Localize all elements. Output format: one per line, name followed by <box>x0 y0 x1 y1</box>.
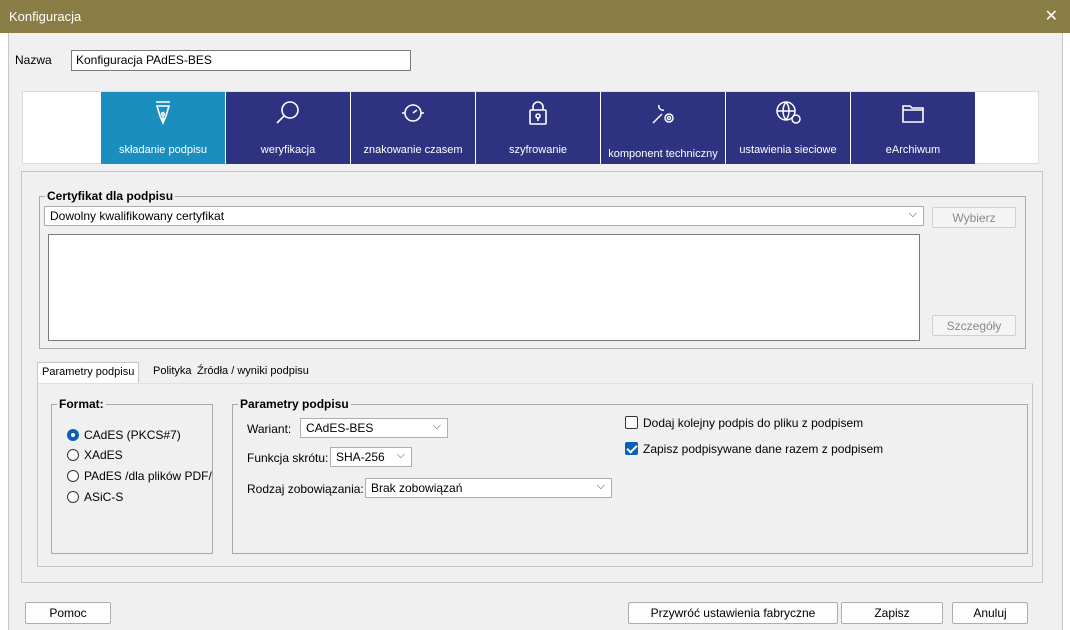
chevron-down-icon: ⌵ <box>596 480 605 492</box>
tile-label: składanie podpisu <box>118 144 208 156</box>
tile-label: weryfikacja <box>260 144 316 156</box>
tile-label: eArchiwum <box>885 144 941 156</box>
window-title: Konfiguracja <box>9 9 82 24</box>
name-label: Nazwa <box>15 53 52 67</box>
tile-label: znakowanie czasem <box>363 144 463 156</box>
close-icon[interactable]: ✕ <box>1045 6 1058 26</box>
tile-verification[interactable]: weryfikacja <box>226 92 350 164</box>
checkbox[interactable] <box>625 442 638 455</box>
hash-select[interactable]: SHA-256 ⌵ <box>330 447 412 467</box>
wrench-gear-icon <box>652 104 674 124</box>
tile-timestamp[interactable]: znakowanie czasem <box>351 92 475 164</box>
variant-select[interactable]: CAdES-BES ⌵ <box>300 418 448 438</box>
chevron-down-icon: ⌵ <box>432 420 441 432</box>
checkbox[interactable] <box>625 416 638 429</box>
tab-policy[interactable]: Polityka <box>149 362 196 383</box>
commitment-label: Rodzaj zobowiązania: <box>247 482 364 496</box>
magnifier-icon <box>276 101 299 124</box>
lock-icon <box>529 101 547 125</box>
tile-network-settings[interactable]: ustawienia sieciowe <box>726 92 850 164</box>
format-option-asic[interactable]: ASiC-S <box>67 490 123 504</box>
variant-label: Wariant: <box>247 422 292 436</box>
checkbox-label: Dodaj kolejny podpis do pliku z podpisem <box>643 416 864 430</box>
globe-gear-icon <box>776 101 801 124</box>
restore-defaults-button[interactable]: Przywróć ustawienia fabryczne <box>628 602 838 624</box>
pen-nib-icon <box>155 101 171 126</box>
radio-label: ASiC-S <box>84 490 124 504</box>
tab-signature-parameters[interactable]: Parametry podpisu <box>37 362 140 384</box>
checkbox-label: Zapisz podpisywane dane razem z podpisem <box>643 442 884 456</box>
tile-technical-component[interactable]: komponent techniczny <box>601 92 725 164</box>
dialog-body: Nazwa Konfiguracja PAdES-BES składanie p… <box>8 33 1063 630</box>
tile-earchive[interactable]: eArchiwum <box>851 92 975 164</box>
watch-icon <box>402 104 424 122</box>
certificate-details-area <box>48 234 920 341</box>
category-toolbar: składanie podpisu weryfikacja znakowanie… <box>22 91 1039 164</box>
certificate-group-title: Certyfikat dla podpisu <box>45 189 176 203</box>
certificate-details-button[interactable]: Szczegóły <box>932 315 1016 336</box>
radio-button[interactable] <box>67 429 79 441</box>
radio-button[interactable] <box>67 470 79 482</box>
commitment-select-value: Brak zobowiązań <box>371 481 463 495</box>
radio-button[interactable] <box>67 449 79 461</box>
format-option-cades[interactable]: CAdES (PKCS#7) <box>67 428 181 442</box>
save-data-checkbox[interactable]: Zapisz podpisywane dane razem z podpisem <box>625 442 883 456</box>
radio-label: CAdES (PKCS#7) <box>84 428 181 442</box>
radio-label: PAdES /dla plików PDF/ <box>84 469 212 483</box>
chevron-down-icon: ⌵ <box>908 208 917 220</box>
tile-label: szyfrowanie <box>508 144 568 156</box>
tile-encryption[interactable]: szyfrowanie <box>476 92 600 164</box>
cancel-button[interactable]: Anuluj <box>952 602 1028 624</box>
chevron-down-icon: ⌵ <box>396 449 405 461</box>
format-option-xades[interactable]: XAdES <box>67 448 123 462</box>
format-group-title: Format: <box>57 397 106 411</box>
help-button[interactable]: Pomoc <box>25 602 111 624</box>
certificate-select-value: Dowolny kwalifikowany certyfikat <box>50 209 225 223</box>
name-input[interactable]: Konfiguracja PAdES-BES <box>71 50 411 71</box>
save-button[interactable]: Zapisz <box>841 602 943 624</box>
radio-button[interactable] <box>67 491 79 503</box>
variant-select-value: CAdES-BES <box>306 421 374 435</box>
signature-params-title: Parametry podpisu <box>238 397 351 411</box>
signing-settings-panel: Certyfikat dla podpisu Dowolny kwalifiko… <box>21 171 1043 583</box>
settings-tabs: Parametry podpisu Polityka Źródła / wyni… <box>30 362 1020 384</box>
commitment-select[interactable]: Brak zobowiązań ⌵ <box>365 478 612 498</box>
format-option-pades[interactable]: PAdES /dla plików PDF/ <box>67 469 212 483</box>
tile-signing[interactable]: składanie podpisu <box>101 92 225 164</box>
certificate-select[interactable]: Dowolny kwalifikowany certyfikat ⌵ <box>44 206 924 226</box>
choose-certificate-button[interactable]: Wybierz <box>932 207 1016 228</box>
tile-label: ustawienia sieciowe <box>739 144 837 156</box>
tile-label: komponent techniczny <box>608 148 718 160</box>
window-titlebar: Konfiguracja ✕ <box>0 0 1070 33</box>
add-signature-checkbox[interactable]: Dodaj kolejny podpis do pliku z podpisem <box>625 416 863 430</box>
radio-label: XAdES <box>84 448 123 462</box>
hash-select-value: SHA-256 <box>336 450 385 464</box>
hash-label: Funkcja skrótu: <box>247 451 329 465</box>
folder-icon <box>902 105 924 123</box>
tab-sources-results[interactable]: Źródła / wyniki podpisu <box>193 362 313 383</box>
